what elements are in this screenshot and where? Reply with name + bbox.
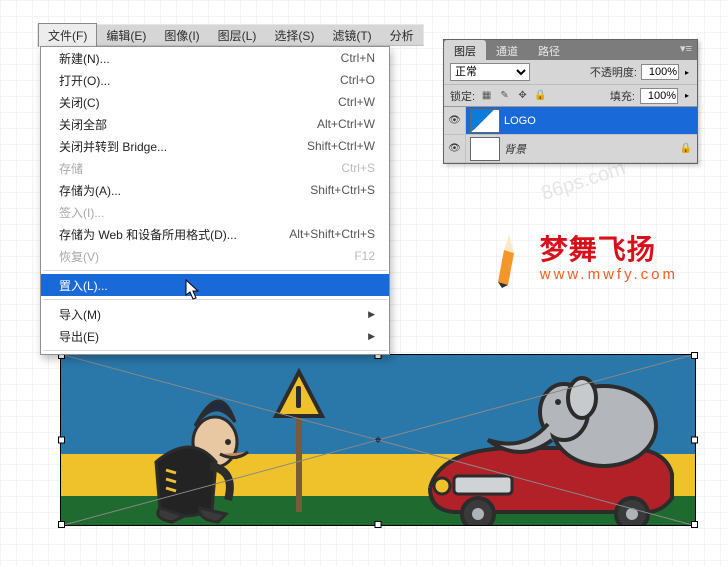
transform-handle[interactable] [58,437,65,444]
visibility-eye-icon[interactable]: 👁 [444,107,466,134]
file-menu-dropdown: 新建(N)...Ctrl+N 打开(O)...Ctrl+O 关闭(C)Ctrl+… [40,46,390,355]
fill-label: 填充: [610,88,635,104]
layer-row-background[interactable]: 👁 背景 🔒 [444,135,697,163]
menu-file[interactable]: 文件(F) [38,23,97,47]
blend-mode-select[interactable]: 正常 [450,63,530,81]
layers-blend-row: 正常 不透明度: ▸ [444,60,697,84]
menu-revert: 恢复(V)F12 [41,245,389,267]
lock-label: 锁定: [450,88,475,104]
menu-close-goto-bridge[interactable]: 关闭并转到 Bridge...Shift+Ctrl+W [41,135,389,157]
transform-handle[interactable] [375,521,382,528]
layer-name[interactable]: 背景 [504,141,675,157]
menu-close-all[interactable]: 关闭全部Alt+Ctrl+W [41,113,389,135]
lock-transparent-icon[interactable]: ▦ [480,90,493,101]
menu-save: 存储Ctrl+S [41,157,389,179]
application-menu-bar: 文件(F) 编辑(E) 图像(I) 图层(L) 选择(S) 滤镜(T) 分析 [37,24,424,46]
chevron-right-icon[interactable]: ▸ [683,68,691,77]
menu-image[interactable]: 图像(I) [155,24,208,47]
panel-menu-icon[interactable]: ▾≡ [675,40,697,60]
layers-panel-tabs: 图层 通道 路径 ▾≡ [444,40,697,60]
pencil-icon [482,230,530,288]
transform-handle[interactable] [691,521,698,528]
menu-separator [43,299,387,300]
layer-thumbnail[interactable] [470,137,500,161]
menu-separator [43,350,387,351]
opacity-input[interactable] [641,64,679,80]
menu-new[interactable]: 新建(N)...Ctrl+N [41,47,389,69]
menu-export[interactable]: 导出(E)▶ [41,325,389,347]
transform-handle[interactable] [58,521,65,528]
menu-save-as[interactable]: 存储为(A)...Shift+Ctrl+S [41,179,389,201]
layers-panel: 图层 通道 路径 ▾≡ 正常 不透明度: ▸ 锁定: ▦ ✎ ✥ 🔒 填充: ▸… [443,39,698,164]
tab-paths[interactable]: 路径 [528,40,570,60]
menu-import[interactable]: 导入(M)▶ [41,303,389,325]
menu-check-in: 签入(I)... [41,201,389,223]
menu-filter[interactable]: 滤镜(T) [323,24,380,47]
lock-all-icon[interactable]: 🔒 [534,90,547,101]
layers-lock-row: 锁定: ▦ ✎ ✥ 🔒 填充: ▸ [444,84,697,106]
fill-input[interactable] [640,88,678,104]
menu-analysis[interactable]: 分析 [381,24,423,47]
menu-place[interactable]: 置入(L)... [41,274,389,296]
brand-name: 梦舞飞扬 [540,236,678,264]
lock-image-icon[interactable]: ✎ [498,90,511,101]
brand-url: www.mwfy.com [540,266,678,283]
submenu-arrow-icon: ▶ [368,309,375,320]
tab-channels[interactable]: 通道 [486,40,528,60]
transform-handle[interactable] [691,437,698,444]
menu-edit[interactable]: 编辑(E) [97,24,155,47]
layer-thumbnail[interactable] [470,109,500,133]
menu-separator [43,270,387,271]
chevron-right-icon[interactable]: ▸ [683,91,691,100]
submenu-arrow-icon: ▶ [368,331,375,342]
transform-bounding-box[interactable] [60,354,696,526]
menu-save-for-web[interactable]: 存储为 Web 和设备所用格式(D)...Alt+Shift+Ctrl+S [41,223,389,245]
layer-name[interactable]: LOGO [504,115,697,127]
visibility-eye-icon[interactable]: 👁 [444,135,466,162]
brand-watermark: 梦舞飞扬 www.mwfy.com [482,230,678,288]
menu-open[interactable]: 打开(O)...Ctrl+O [41,69,389,91]
layer-row-logo[interactable]: 👁 LOGO [444,107,697,135]
transform-handle[interactable] [691,352,698,359]
layers-list: 👁 LOGO 👁 背景 🔒 [444,106,697,163]
placed-smart-object[interactable]: ⌖ [60,354,696,526]
lock-position-icon[interactable]: ✥ [516,90,529,101]
menu-layer[interactable]: 图层(L) [209,24,266,47]
lock-icon: 🔒 [675,143,697,154]
menu-select[interactable]: 选择(S) [265,24,323,47]
menu-close[interactable]: 关闭(C)Ctrl+W [41,91,389,113]
tab-layers[interactable]: 图层 [444,40,486,60]
opacity-label: 不透明度: [590,64,637,80]
